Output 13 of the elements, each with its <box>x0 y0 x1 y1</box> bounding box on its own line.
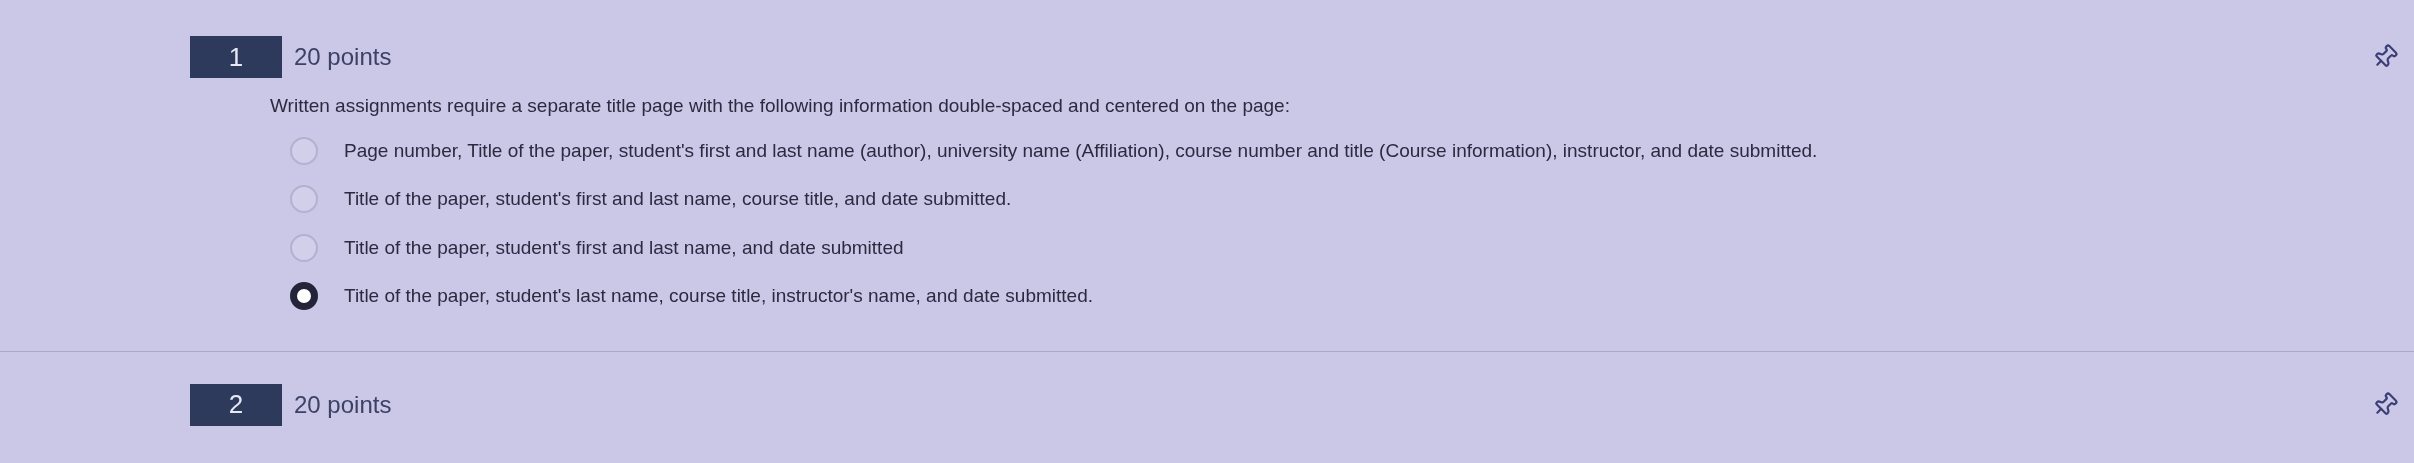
question-points: 20 points <box>294 389 392 420</box>
question-number: 1 <box>190 36 282 78</box>
answer-option: Title of the paper, student's last name, course title, instructor's name, and date submitted. <box>344 282 1093 311</box>
radio-button[interactable] <box>290 282 318 311</box>
question-number: 2 <box>190 383 282 426</box>
radio-button[interactable] <box>290 233 318 262</box>
radio-button[interactable] <box>290 136 318 165</box>
answer-option: Title of the paper, student's first and last name, and date submitted <box>344 233 904 262</box>
answer-option: Page number, Title of the paper, student's first and last name (author), university name (Affiliation), course number and title (Course information), instructor, and date submitted. <box>344 136 1818 165</box>
question-prompt: Written assignments require a separate title page with the following information double-spaced and centered on the page: <box>270 94 1291 118</box>
answer-option: Title of the paper, student's first and last name, course title, and date submitted. <box>344 185 1012 214</box>
question-points: 20 points <box>294 42 392 72</box>
radio-button[interactable] <box>290 185 318 214</box>
